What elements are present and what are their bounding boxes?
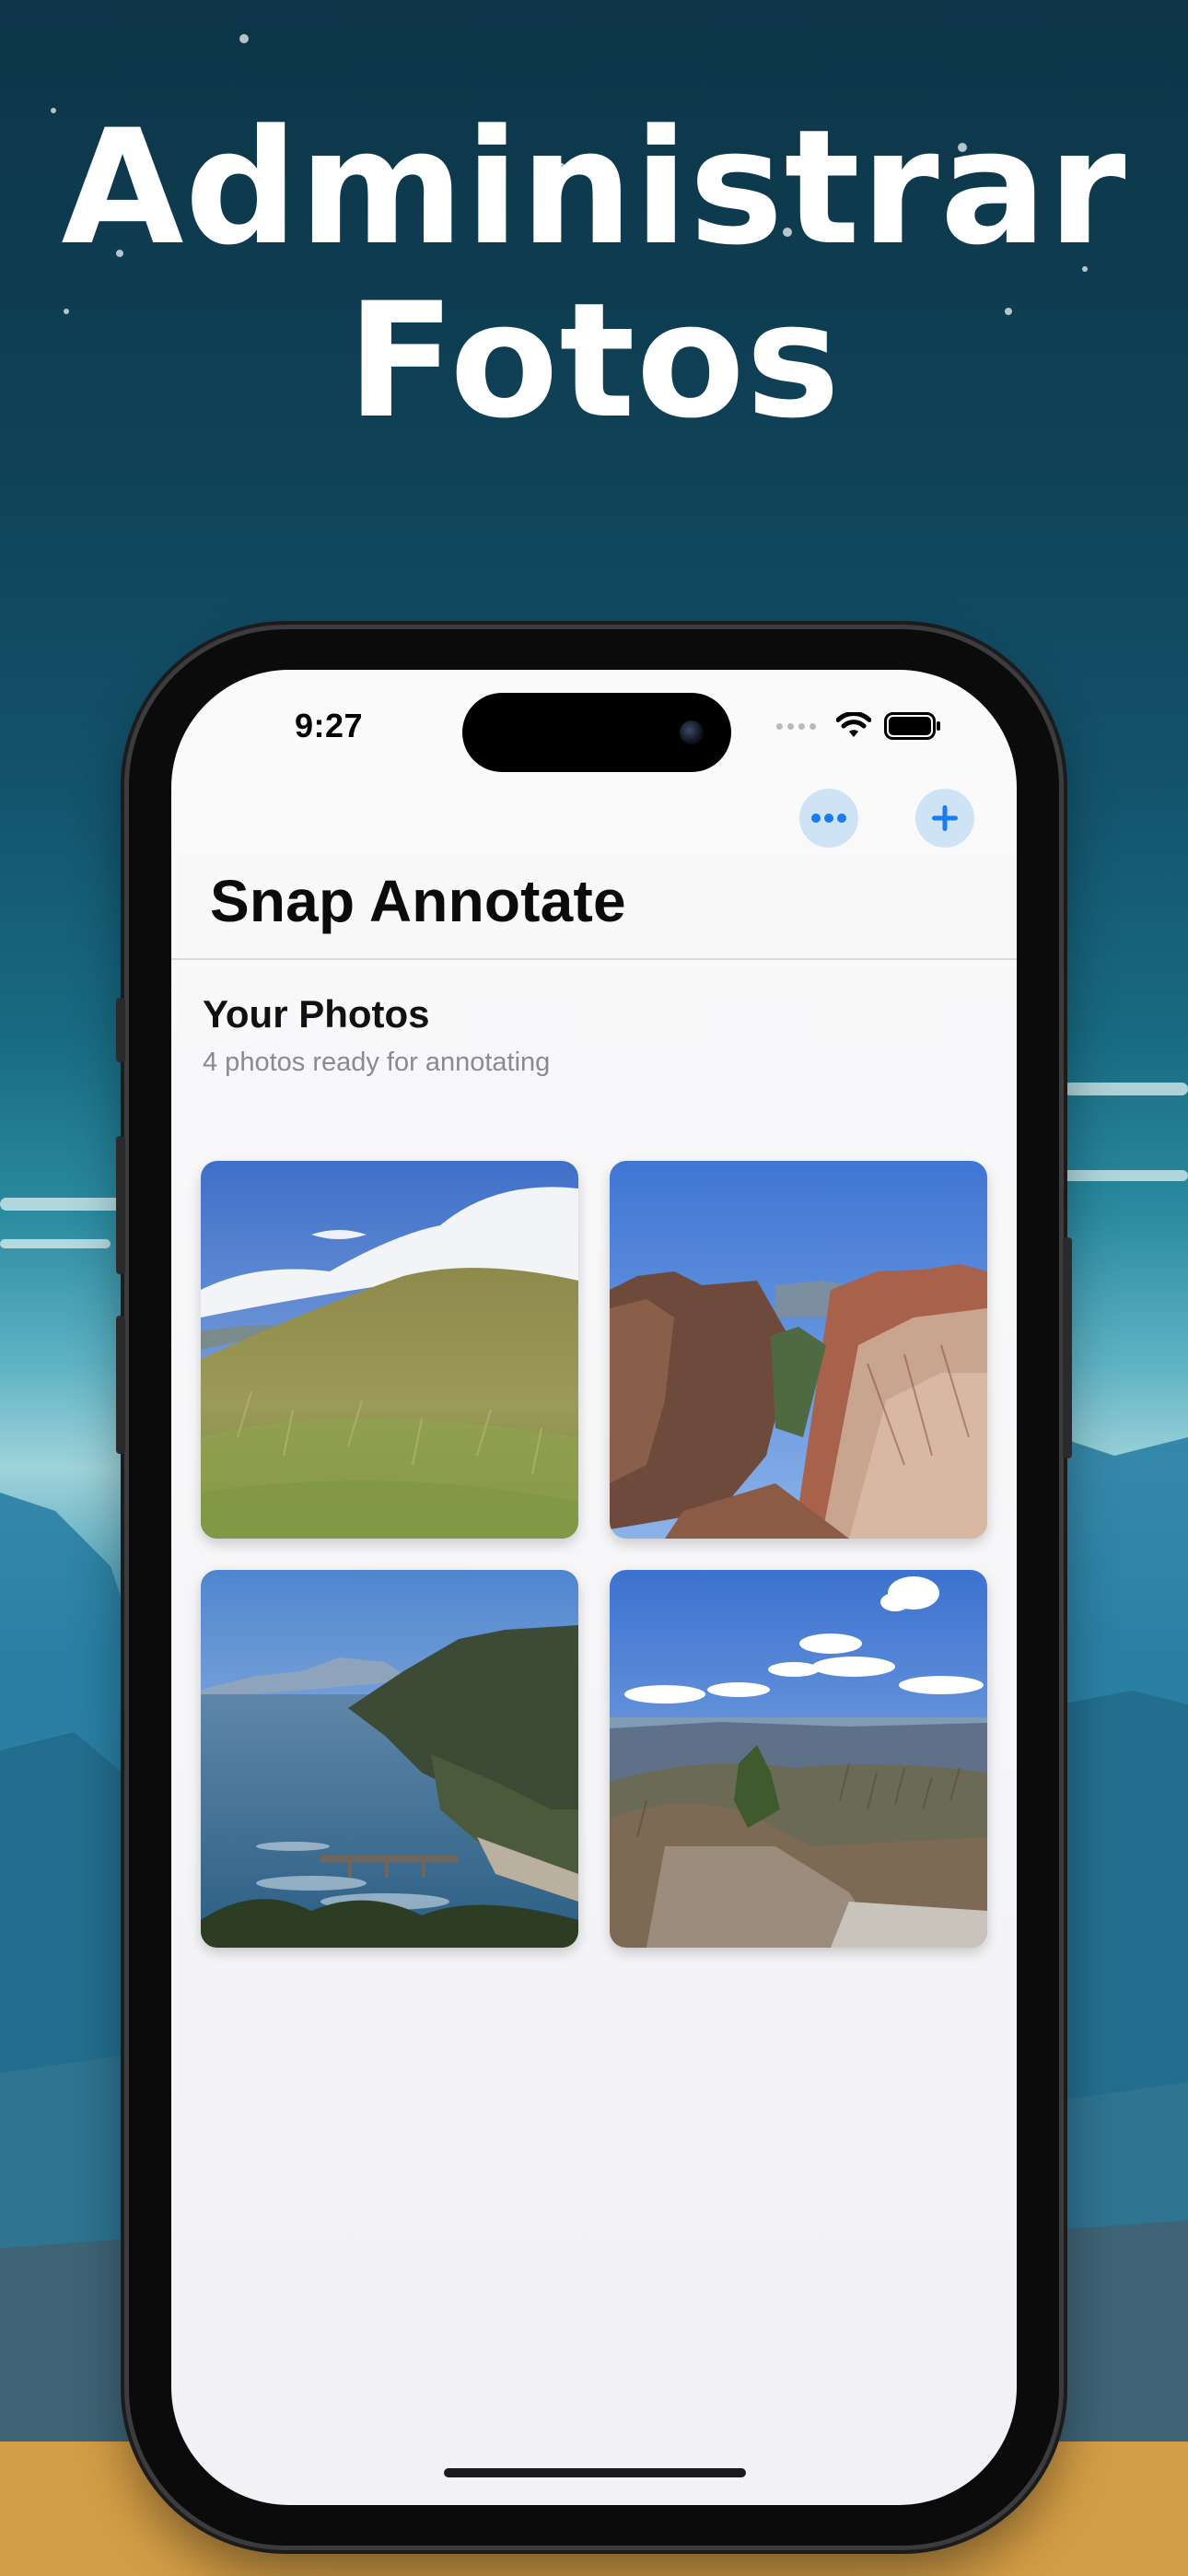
phone-volume-down-button bbox=[116, 1316, 125, 1454]
wifi-icon bbox=[836, 712, 871, 737]
phone-action-button bbox=[116, 998, 125, 1062]
section-title: Your Photos bbox=[203, 992, 430, 1036]
nav-title: Snap Annotate bbox=[210, 868, 626, 934]
nav-divider bbox=[171, 958, 1017, 960]
add-photo-button[interactable] bbox=[915, 789, 974, 848]
phone-power-button bbox=[1063, 1237, 1072, 1458]
phone-screen: 9:27 Snap Annotate Your Photos 4 photos … bbox=[171, 670, 1017, 2505]
headline-line-1: Administrar bbox=[61, 95, 1127, 280]
photo-thumbnail-canyon[interactable] bbox=[610, 1161, 987, 1539]
ellipsis-icon bbox=[811, 814, 846, 823]
camera-lens-icon bbox=[680, 720, 704, 744]
status-icons bbox=[776, 712, 941, 740]
headline-line-2: Fotos bbox=[346, 268, 842, 453]
photo-thumbnail-coastal-bay[interactable] bbox=[201, 1570, 578, 1948]
plus-icon bbox=[932, 805, 958, 831]
section-subtitle: 4 photos ready for annotating bbox=[203, 1048, 551, 1077]
status-time: 9:27 bbox=[295, 707, 364, 744]
photo-grid bbox=[201, 1161, 989, 1948]
cellular-icon bbox=[776, 722, 816, 730]
promo-headline: Administrar Fotos bbox=[0, 101, 1188, 448]
phone-volume-up-button bbox=[116, 1136, 125, 1274]
photo-thumbnail-grassy-hill[interactable] bbox=[201, 1161, 578, 1539]
photo-thumbnail-mountain-overlook[interactable] bbox=[610, 1570, 987, 1948]
more-options-button[interactable] bbox=[799, 789, 858, 848]
status-bar: 9:27 bbox=[171, 670, 1017, 790]
battery-icon bbox=[884, 712, 940, 740]
home-indicator[interactable] bbox=[444, 2468, 746, 2477]
phone-frame: 9:27 Snap Annotate Your Photos 4 photos … bbox=[116, 629, 1072, 2546]
dynamic-island bbox=[462, 693, 731, 772]
